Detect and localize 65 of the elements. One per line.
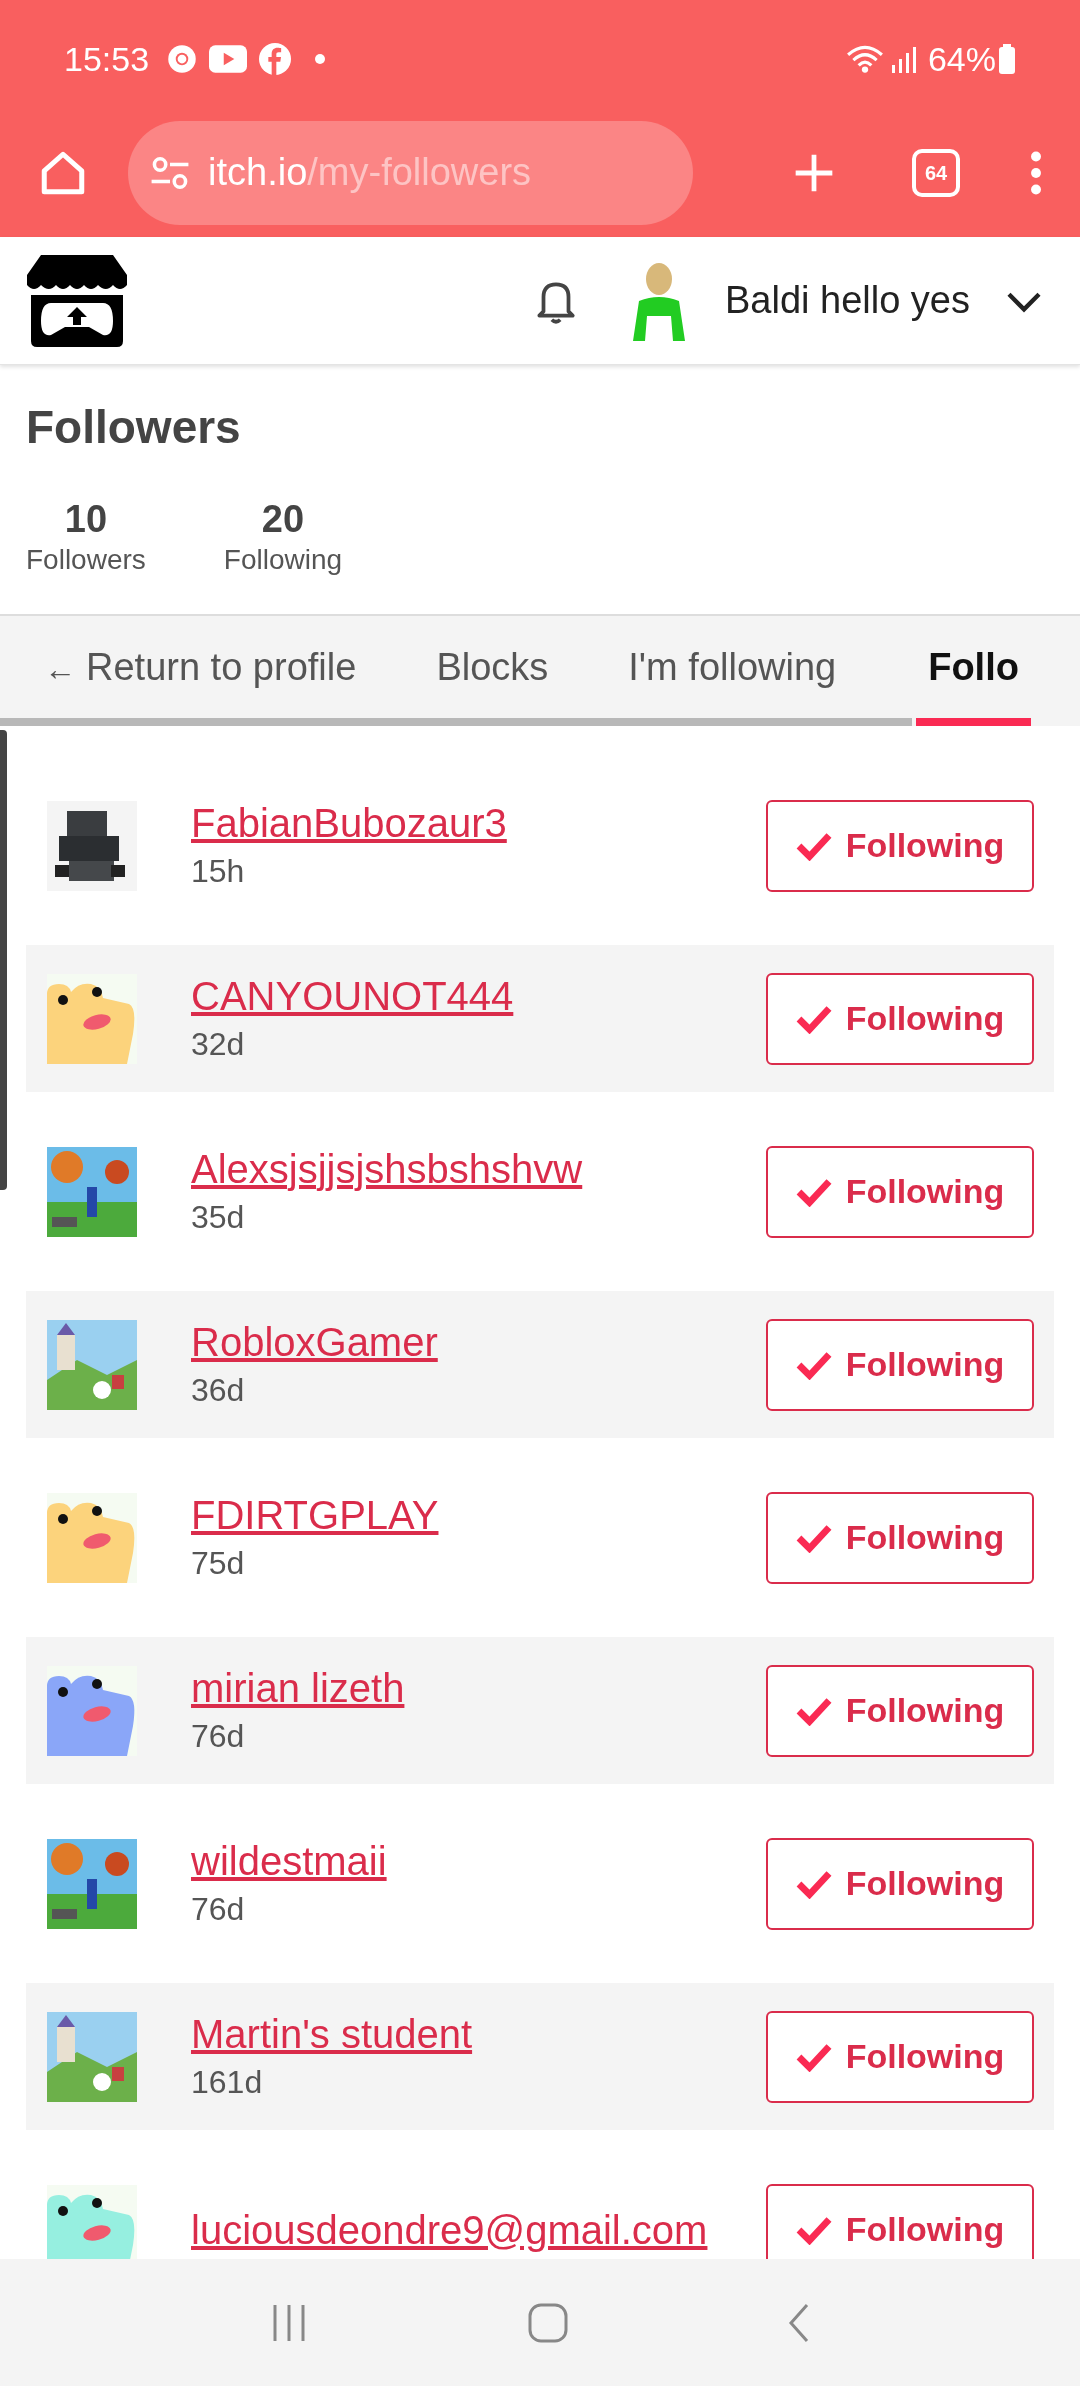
following-button[interactable]: Following (766, 799, 1034, 892)
following-button[interactable]: Following (766, 1318, 1034, 1411)
follow-time: 32d (191, 1024, 246, 1064)
battery-percent: 64% (927, 38, 996, 80)
nav-tab[interactable]: Follo (916, 639, 1031, 726)
page-title: Followers (26, 400, 242, 455)
check-icon (795, 1522, 832, 1553)
chrome-icon (167, 44, 198, 74)
signal-icon (889, 45, 918, 73)
frog-avatar-icon (47, 973, 137, 1064)
follower-name[interactable]: Alexsjsjjsjshsbshshvw (191, 1143, 766, 1194)
stat-label: Followers (26, 543, 146, 577)
itch-logo[interactable] (26, 254, 128, 347)
tab-count-button[interactable]: 64 (912, 148, 960, 197)
check-icon (795, 830, 832, 861)
dot-icon (315, 54, 326, 64)
following-button[interactable]: Following (766, 2183, 1034, 2259)
facebook-icon (259, 43, 292, 75)
follow-time: 75d (191, 1543, 246, 1583)
stat-value: 10 (64, 497, 108, 542)
follower-name[interactable]: RobloxGamer (191, 1316, 766, 1367)
check-icon (795, 1003, 832, 1034)
follower-name[interactable]: luciousdeondre9@gmail.com (191, 2204, 766, 2255)
following-button[interactable]: Following (766, 1491, 1034, 1584)
status-time: 15:53 (64, 38, 150, 80)
check-icon (795, 2214, 832, 2245)
check-icon (795, 1695, 832, 1726)
following-button[interactable]: Following (766, 1145, 1034, 1238)
follower-name[interactable]: FDIRTGPLAY (191, 1489, 766, 1540)
following-button[interactable]: Following (766, 2010, 1034, 2103)
stat-value: 20 (261, 497, 305, 542)
home-nav-icon[interactable] (528, 2302, 568, 2343)
check-icon (795, 2041, 832, 2072)
nav-tab[interactable]: I'm following (628, 639, 837, 718)
following-button[interactable]: Following (766, 1664, 1034, 1757)
nav-tab[interactable]: Blocks (436, 639, 549, 718)
follow-time: 76d (191, 1716, 246, 1756)
video-icon (209, 45, 248, 73)
username[interactable]: Baldi hello yes (724, 272, 970, 329)
frog-avatar-icon (47, 1492, 137, 1583)
site-settings-icon (150, 155, 190, 190)
follow-time: 35d (191, 1197, 246, 1237)
wifi-icon (845, 44, 884, 74)
follow-time: 36d (191, 1370, 246, 1410)
following-button[interactable]: Following (766, 1837, 1034, 1930)
follow-time: 161d (191, 2062, 264, 2102)
following-button[interactable]: Following (766, 972, 1034, 1065)
check-icon (795, 1176, 832, 1207)
more-options-icon[interactable] (1030, 150, 1042, 195)
nav-tab[interactable]: ← Return to profile (44, 639, 357, 718)
follower-name[interactable]: mirian lizeth (191, 1662, 766, 1713)
follower-name[interactable]: FabianBubozaur3 (191, 797, 766, 848)
address-bar[interactable]: itch.io/my-followers (128, 120, 693, 225)
stat-label: Following (223, 543, 343, 577)
battery-icon (998, 44, 1016, 74)
follow-time: 76d (191, 1889, 246, 1929)
follower-name[interactable]: wildestmaii (191, 1835, 766, 1886)
url-text: itch.io/my-followers (208, 150, 532, 195)
check-icon (795, 1868, 832, 1899)
follower-name[interactable]: CANYOUNOT444 (191, 970, 766, 1021)
check-icon (795, 1349, 832, 1380)
follower-name[interactable]: Martin's student (191, 2008, 766, 2059)
follow-time: 15h (191, 851, 246, 891)
back-icon[interactable] (786, 2302, 811, 2343)
frog-avatar-icon (47, 1665, 137, 1756)
